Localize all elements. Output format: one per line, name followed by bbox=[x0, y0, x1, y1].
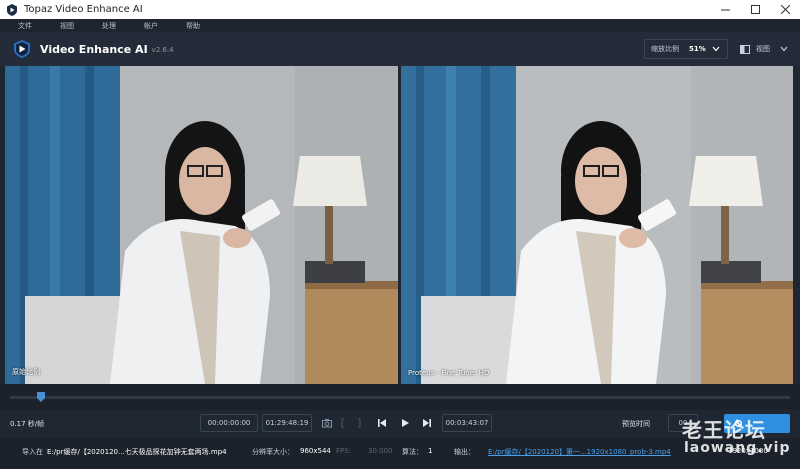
maximize-button[interactable] bbox=[740, 0, 770, 19]
processing-speed: 0.17 秒/帧 bbox=[10, 420, 45, 428]
camera-icon bbox=[322, 419, 332, 428]
video-enhance-logo-icon bbox=[14, 40, 30, 58]
end-time-field[interactable]: 01:29:48:19 bbox=[262, 414, 312, 432]
resolution-label: 分辨率大小： bbox=[252, 448, 294, 456]
fps-label: FPS: bbox=[336, 447, 352, 455]
import-path: E:/pr缓存/【2020120...七天极品探花加钟无套两场.mp4 bbox=[47, 448, 227, 456]
playback-controls: 0.17 秒/帧 00:00:00:00 01:29:48:19 00:03:4… bbox=[0, 410, 800, 438]
bracket-left-icon bbox=[341, 418, 344, 428]
file-info-bar: 导入在 E:/pr缓存/【2020120...七天极品探花加钟无套两场.mp4 … bbox=[0, 438, 800, 469]
resolution-value: 960x544 bbox=[300, 447, 331, 455]
timeline[interactable] bbox=[0, 384, 800, 410]
snapshot-button[interactable] bbox=[320, 416, 334, 430]
enhanced-video-frame bbox=[401, 66, 793, 384]
algorithm-value: 1 bbox=[428, 447, 433, 455]
menu-view[interactable]: 视图 bbox=[60, 21, 74, 31]
gear-icon bbox=[734, 419, 743, 428]
start-processing-button[interactable] bbox=[724, 414, 790, 433]
start-time-field[interactable]: 00:00:00:00 bbox=[200, 414, 258, 432]
view-dropdown[interactable]: 视图 bbox=[734, 39, 794, 59]
menu-bar: 文件 视图 处理 帐户 帮助 bbox=[0, 19, 800, 32]
window-titlebar: Topaz Video Enhance AI bbox=[0, 0, 800, 19]
app-window: Topaz Video Enhance AI 文件 视图 处理 帐户 帮助 Vi… bbox=[0, 0, 800, 469]
output-size: 1920x1080 bbox=[728, 447, 768, 455]
current-time-field[interactable]: 00:03:43:07 bbox=[442, 414, 492, 432]
menu-process[interactable]: 处理 bbox=[102, 21, 116, 31]
zoom-label: 缩放比例 bbox=[651, 45, 679, 53]
previous-frame-button[interactable] bbox=[375, 416, 389, 430]
close-button[interactable] bbox=[770, 0, 800, 19]
original-pane-label: 原始比例 bbox=[12, 368, 40, 376]
algorithm-label: 算法： bbox=[402, 448, 423, 456]
view-label: 视图 bbox=[756, 45, 770, 53]
chevron-down-icon bbox=[780, 46, 788, 52]
window-title: Topaz Video Enhance AI bbox=[24, 4, 143, 15]
enhanced-preview-pane[interactable]: Proteus - Fine Tune: HD bbox=[401, 66, 793, 384]
minimize-button[interactable] bbox=[710, 0, 740, 19]
skip-forward-icon bbox=[423, 419, 431, 427]
output-label: 输出： bbox=[454, 448, 475, 456]
next-frame-button[interactable] bbox=[420, 416, 434, 430]
topaz-logo-icon bbox=[7, 3, 17, 16]
enhanced-pane-label: Proteus - Fine Tune: HD bbox=[408, 369, 490, 377]
import-label: 导入在 bbox=[22, 448, 43, 456]
close-icon bbox=[780, 5, 790, 14]
menu-help[interactable]: 帮助 bbox=[186, 21, 200, 31]
menu-account[interactable]: 帐户 bbox=[144, 21, 158, 31]
zoom-dropdown[interactable]: 缩放比例 51% bbox=[644, 39, 728, 59]
mark-in-button[interactable] bbox=[336, 416, 350, 430]
mark-out-button[interactable] bbox=[352, 416, 366, 430]
menu-file[interactable]: 文件 bbox=[18, 21, 32, 31]
timeline-track[interactable] bbox=[10, 396, 790, 399]
play-button[interactable] bbox=[398, 416, 412, 430]
play-icon bbox=[402, 419, 409, 427]
fps-value: 30.000 bbox=[368, 447, 393, 455]
bracket-right-icon bbox=[358, 418, 361, 428]
app-brand-name: Video Enhance AI bbox=[40, 42, 148, 56]
app-version: v2.6.4 bbox=[151, 46, 174, 54]
preview-time-label: 预览时间 bbox=[622, 420, 650, 428]
app-header: Video Enhance AI v2.6.4 缩放比例 51% 视图 bbox=[0, 32, 800, 66]
zoom-value: 51% bbox=[689, 45, 706, 53]
original-video-frame bbox=[5, 66, 398, 384]
minimize-icon bbox=[720, 9, 730, 11]
playhead-marker-icon[interactable] bbox=[37, 392, 46, 402]
output-path-link[interactable]: E:/pr缓存/【2020120】第一...1920x1080_prob-3.m… bbox=[488, 447, 671, 457]
maximize-icon bbox=[750, 5, 760, 14]
skip-back-icon bbox=[378, 419, 386, 427]
preview-time-field[interactable]: 00 bbox=[668, 414, 698, 432]
split-view-icon bbox=[740, 44, 750, 54]
original-preview-pane[interactable]: 原始比例 bbox=[5, 66, 398, 384]
chevron-down-icon bbox=[712, 46, 720, 52]
